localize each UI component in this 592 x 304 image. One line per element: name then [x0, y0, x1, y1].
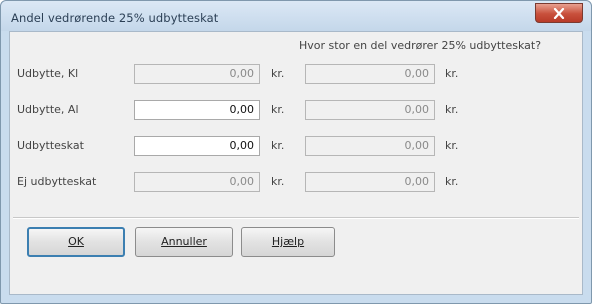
udbytteskat-field[interactable]: 0,00: [134, 136, 260, 156]
ok-button-label: OK: [68, 235, 84, 248]
share-column-header: Hvor stor en del vedrører 25% udbytteska…: [299, 39, 542, 52]
title-bar[interactable]: Andel vedrørende 25% udbytteskat: [1, 1, 591, 31]
button-separator: [13, 217, 579, 219]
help-button-label: Hjælp: [271, 235, 305, 248]
row-label-udbytteskat: Udbytteskat: [17, 139, 84, 152]
unit-label: kr.: [271, 103, 285, 116]
udbytte-kl-share-field[interactable]: 0,00: [305, 64, 435, 84]
close-icon: [553, 8, 565, 19]
unit-label: kr.: [445, 175, 459, 188]
cancel-button[interactable]: Annuller: [135, 227, 233, 257]
unit-label: kr.: [271, 139, 285, 152]
row-label-udbytte-kl: Udbytte, Kl: [17, 67, 79, 80]
unit-label: kr.: [271, 67, 285, 80]
cancel-button-label: Annuller: [161, 235, 207, 248]
row-label-ej-udbytteskat: Ej udbytteskat: [17, 175, 97, 188]
row-label-udbytte-al: Udbytte, Al: [17, 103, 79, 116]
unit-label: kr.: [445, 103, 459, 116]
ej-udbytteskat-share-field[interactable]: 0,00: [305, 172, 435, 192]
ok-button[interactable]: OK: [27, 227, 125, 257]
close-button[interactable]: [535, 3, 583, 23]
dialog-window: Andel vedrørende 25% udbytteskat Hvor st…: [0, 0, 592, 304]
udbytteskat-share-field[interactable]: 0,00: [305, 136, 435, 156]
unit-label: kr.: [445, 139, 459, 152]
unit-label: kr.: [271, 175, 285, 188]
udbytte-al-share-field[interactable]: 0,00: [305, 100, 435, 120]
window-title: Andel vedrørende 25% udbytteskat: [11, 11, 219, 25]
udbytte-al-field[interactable]: 0,00: [134, 100, 260, 120]
help-button[interactable]: Hjælp: [241, 227, 335, 257]
unit-label: kr.: [445, 67, 459, 80]
udbytte-kl-field[interactable]: 0,00: [134, 64, 260, 84]
ej-udbytteskat-field[interactable]: 0,00: [134, 172, 260, 192]
